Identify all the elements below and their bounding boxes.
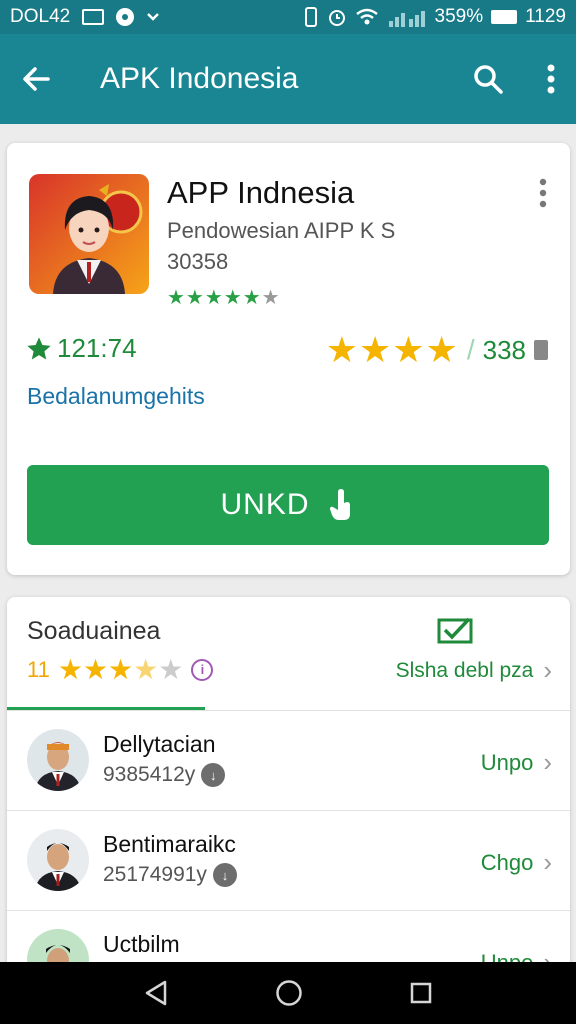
app-details-card: APP Indnesia Pendowesian AIPP K S 30358 …: [7, 143, 570, 575]
download-icon: ↓: [201, 763, 226, 787]
review-meta: 9385412y ↓: [103, 763, 226, 787]
chevron-notification-icon: [147, 13, 160, 21]
reviews-rating: 11 ★★★★★ i: [27, 653, 214, 686]
image-notification-icon: [82, 9, 105, 25]
alarm-icon: [328, 10, 345, 26]
tap-hand-icon: [329, 489, 350, 520]
vibrate-icon: [304, 7, 317, 27]
status-right: 359% 1129: [303, 6, 566, 28]
overflow-menu-button[interactable]: [546, 63, 556, 95]
reviews-title: Soaduainea: [27, 617, 161, 645]
battery-percent: 359%: [434, 6, 484, 27]
more-vert-icon: [539, 178, 547, 208]
signal-icon: [388, 11, 425, 27]
app-name: APP Indnesia: [167, 175, 355, 210]
star-icon: [27, 336, 51, 359]
square-recents-icon: [410, 982, 432, 1004]
app-developer[interactable]: Pendowesian AIPP K S: [167, 218, 395, 244]
half-star-icon: ★: [261, 287, 281, 309]
slash-icon: /: [466, 334, 475, 365]
reviewer-name: Uctbilm: [103, 931, 180, 957]
review-row[interactable]: Bentimaraikc 25174991y ↓ Chgo ›: [7, 811, 570, 911]
app-star-rating: ★★★★★★: [167, 287, 281, 309]
battery-icon: [491, 10, 518, 24]
app-icon: [29, 174, 149, 294]
download-icon: ↓: [212, 863, 237, 887]
reviews-see-all-link[interactable]: Slsha debl pza ›: [396, 655, 552, 686]
install-button[interactable]: UNKD: [27, 465, 549, 545]
chevron-right-icon: ›: [543, 655, 552, 685]
review-action-label: Unpo: [480, 749, 534, 775]
verified-check-icon: [436, 615, 474, 650]
review-action[interactable]: Unpo ›: [481, 747, 552, 778]
status-left-text: DOL42: [10, 6, 71, 27]
page-title: APK Indonesia: [100, 62, 299, 95]
reviewer-name: Dellytacian: [103, 731, 216, 757]
app-card-menu-button[interactable]: [538, 177, 548, 214]
back-button[interactable]: [20, 63, 52, 95]
rating-summary: 121:74: [25, 333, 137, 364]
reviewer-name: Bentimaraikc: [103, 831, 236, 857]
rating-stars-row: ★★★★ / 338: [326, 329, 548, 371]
app-bar: APK Indonesia: [0, 34, 576, 124]
more-vert-icon: [547, 64, 555, 94]
rating-stars: ★★★★: [325, 329, 459, 370]
arrow-back-icon: [23, 67, 50, 91]
avatar: [27, 829, 89, 891]
search-icon: [474, 65, 503, 94]
review-meta-text: 9385412y: [103, 763, 196, 786]
circle-home-icon: [276, 980, 302, 1006]
triangle-back-icon: [145, 980, 167, 1006]
chevron-right-icon: ›: [543, 847, 552, 877]
reviews-card: Soaduainea 11 ★★★★★ i Slsha debl pza › D…: [7, 597, 570, 1024]
media-notification-icon: [116, 8, 135, 26]
chevron-right-icon: ›: [543, 747, 552, 777]
reviews-link-text: Slsha debl pza: [395, 658, 534, 682]
info-icon[interactable]: i: [191, 658, 214, 681]
rating-value: 121:74: [57, 333, 137, 363]
nav-recents-button[interactable]: [409, 981, 433, 1005]
clock: 1129: [525, 6, 566, 27]
reviews-stars: ★★★★★: [57, 654, 184, 685]
storage-icon: [534, 340, 548, 360]
avatar: [27, 729, 89, 791]
review-action-label: Chgo: [480, 849, 534, 875]
review-meta-text: 25174991y: [103, 863, 207, 886]
search-button[interactable]: [472, 63, 504, 95]
status-left: DOL42: [10, 6, 160, 28]
review-action[interactable]: Chgo ›: [481, 847, 552, 878]
nav-back-button[interactable]: [143, 979, 169, 1007]
system-nav-bar: [0, 962, 576, 1024]
wifi-icon: [355, 8, 378, 25]
status-bar: DOL42 359% 1129: [0, 0, 576, 34]
nav-home-button[interactable]: [275, 979, 303, 1007]
rating-count: 338: [482, 334, 526, 365]
more-info-link[interactable]: Bedalanumgehits: [27, 383, 205, 410]
install-label: UNKD: [220, 488, 310, 521]
reviews-rating-number: 11: [27, 656, 50, 682]
app-size: 30358: [167, 249, 229, 274]
review-row[interactable]: Dellytacian 9385412y ↓ Unpo ›: [7, 711, 570, 811]
review-meta: 25174991y ↓: [103, 863, 237, 887]
